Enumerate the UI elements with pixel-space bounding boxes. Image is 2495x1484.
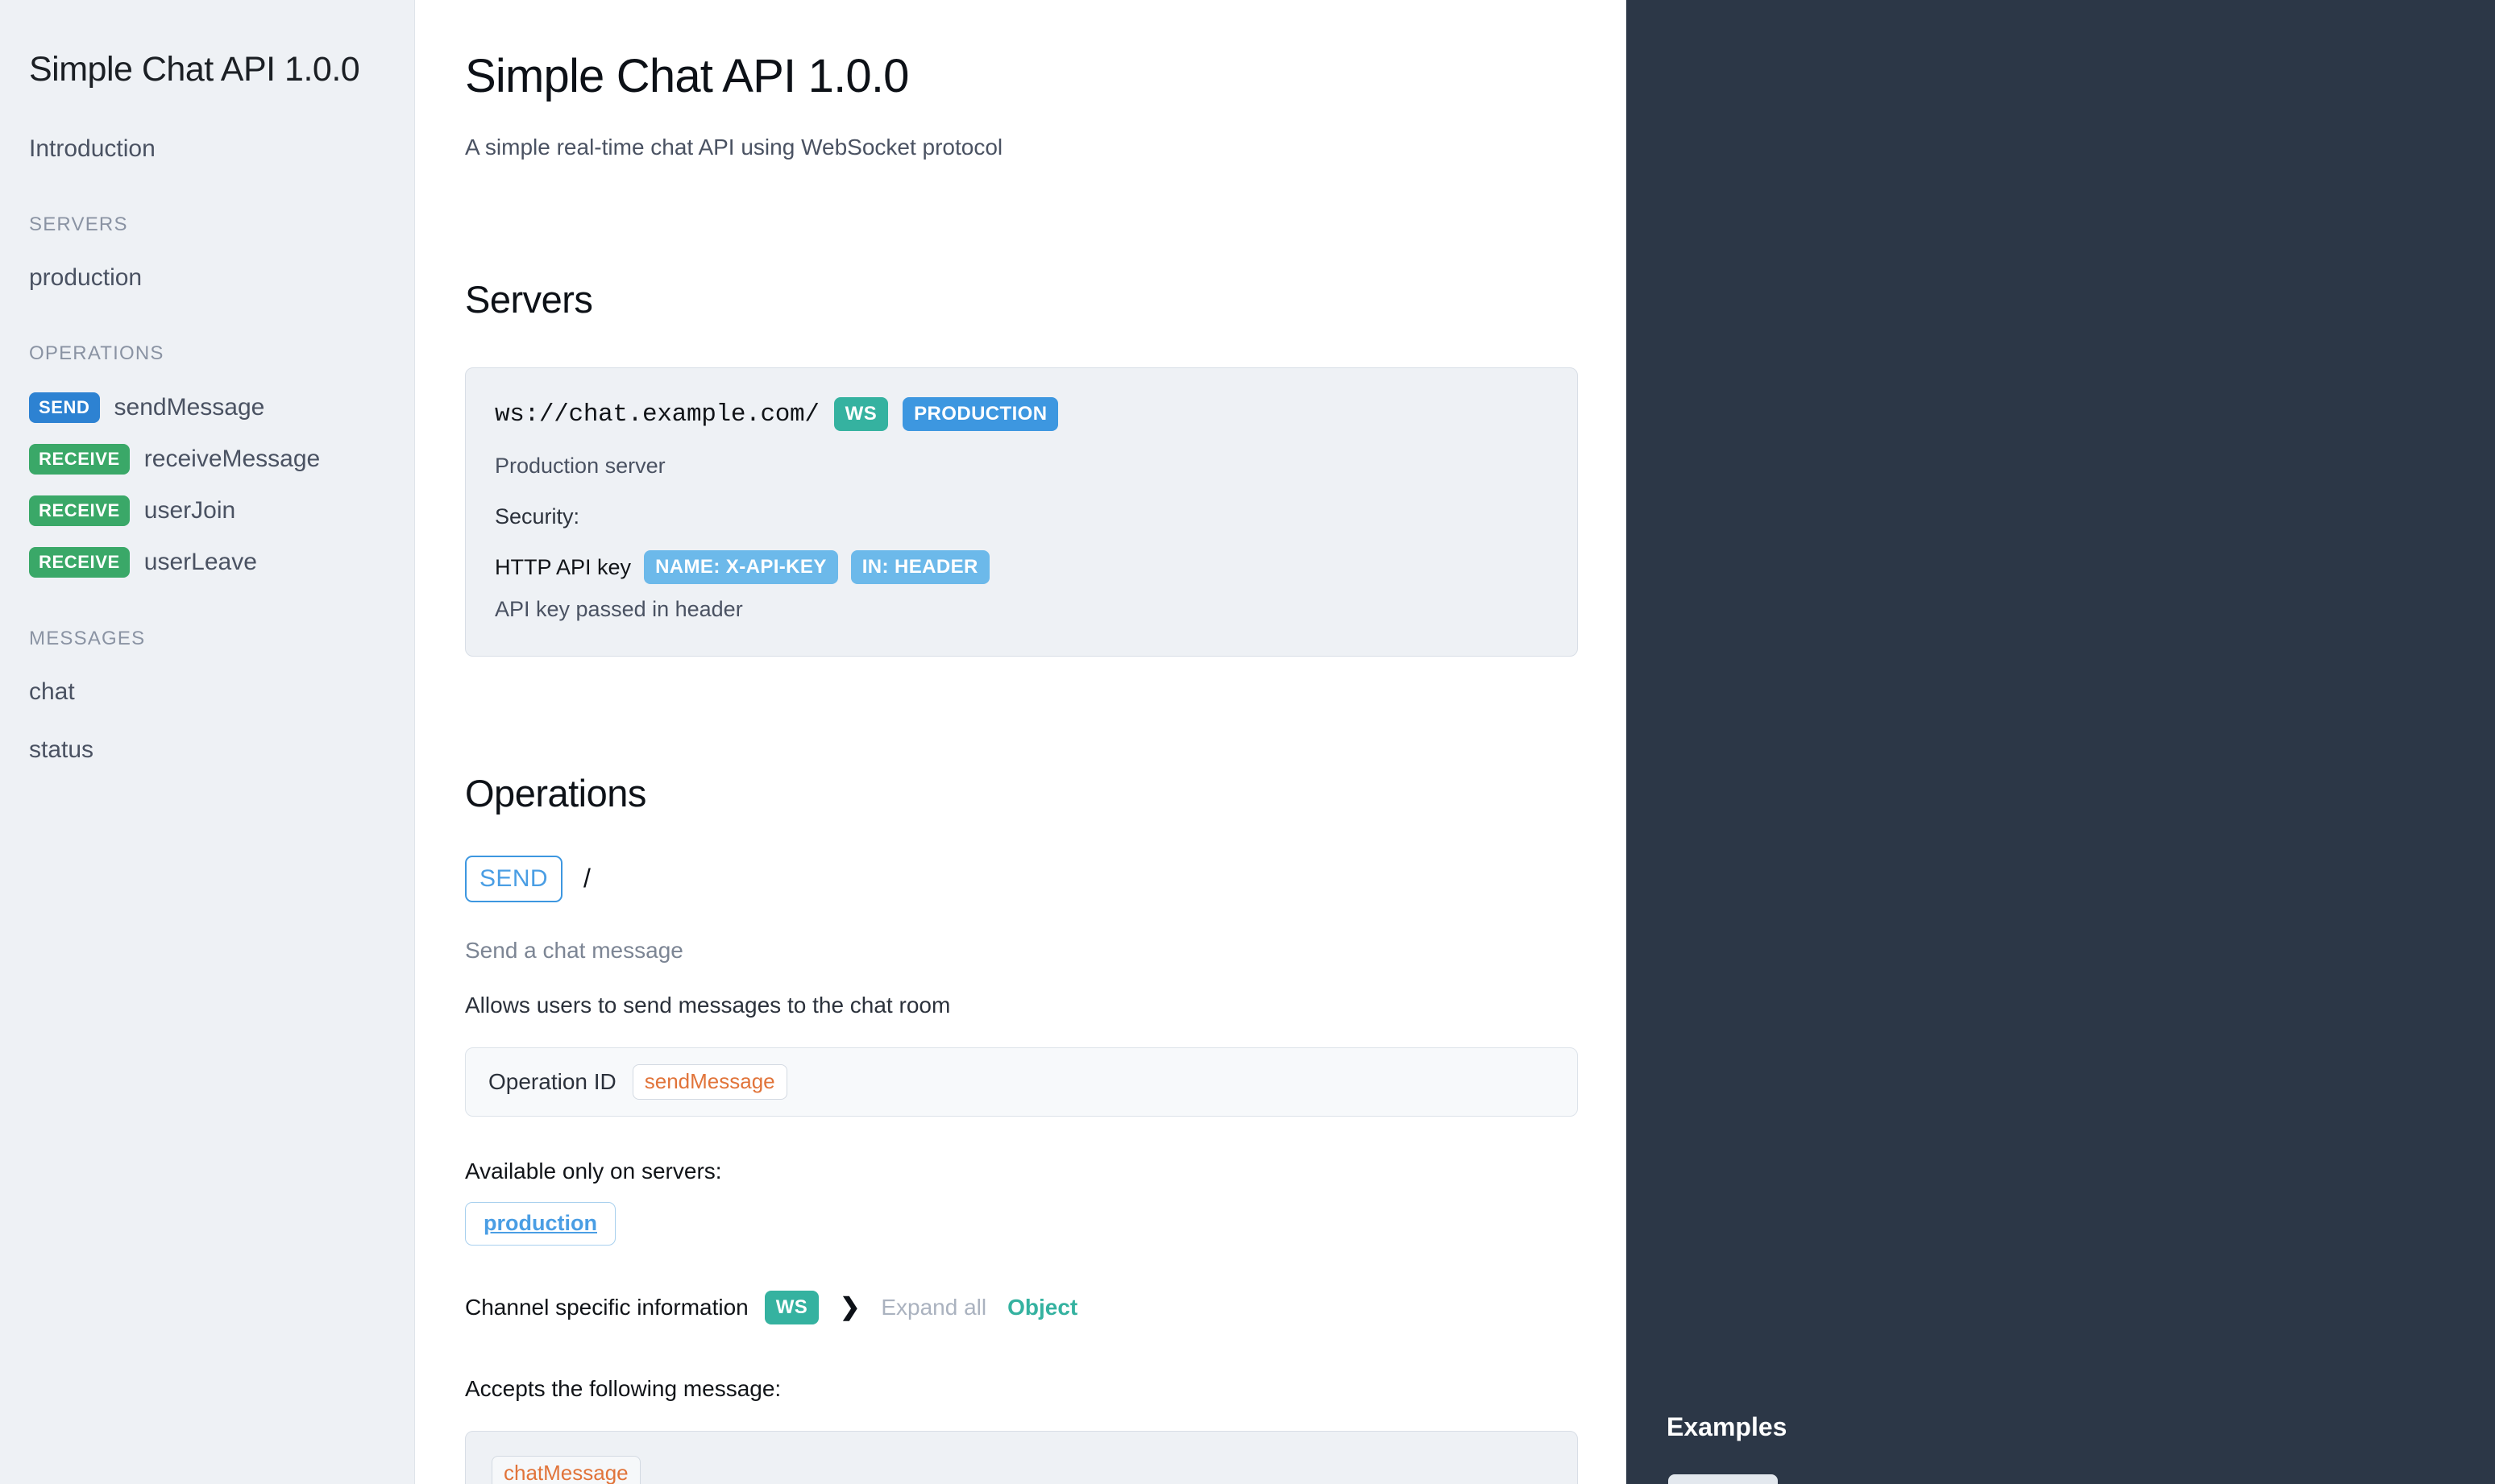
sidebar-item-message-chat[interactable]: chat: [29, 678, 385, 707]
operation-description: Allows users to send messages to the cha…: [465, 992, 951, 1018]
operation-path: /: [583, 864, 591, 893]
sidebar-item-label: userLeave: [143, 549, 257, 576]
sidebar-item-userjoin[interactable]: RECEIVE userJoin: [29, 495, 385, 527]
operation-header-row: SEND /: [465, 855, 1578, 902]
main-content-inner: Simple Chat API 1.0.0 A simple real-time…: [415, 50, 1626, 1484]
message-name-chip: chatMessage: [492, 1455, 641, 1484]
server-url: ws://chat.example.com/: [495, 400, 820, 429]
sidebar: Simple Chat API 1.0.0 Introduction SERVE…: [0, 0, 415, 1484]
page-title: Simple Chat API 1.0.0: [465, 50, 909, 102]
servers-heading: Servers: [465, 277, 593, 321]
sidebar-item-sendmessage[interactable]: SEND sendMessage: [29, 392, 385, 424]
available-server-link-production[interactable]: production: [465, 1201, 616, 1246]
send-badge-icon: SEND: [29, 392, 100, 424]
server-protocol-badge: WS: [833, 397, 889, 432]
sidebar-section-operations: OPERATIONS: [29, 342, 164, 365]
security-type: HTTP API key: [495, 554, 632, 579]
sidebar-item-userleave[interactable]: RECEIVE userLeave: [29, 547, 385, 578]
receive-badge-icon: RECEIVE: [29, 495, 130, 527]
page-subtitle: A simple real-time chat API using WebSoc…: [465, 134, 1003, 160]
accepted-message-card: chatMessage: [465, 1430, 1578, 1484]
available-server-link-label: production: [484, 1211, 597, 1236]
sidebar-item-introduction[interactable]: Introduction: [29, 135, 385, 164]
server-description: Production server: [495, 454, 666, 479]
operation-id-label: Operation ID: [488, 1068, 616, 1094]
channel-type-label: Object: [1007, 1294, 1078, 1320]
sidebar-item-label: receiveMessage: [143, 446, 321, 473]
examples-panel-title: Examples: [1667, 1412, 1787, 1441]
asyncapi-docs-page: Simple Chat API 1.0.0 Introduction SERVE…: [0, 0, 2495, 1484]
sidebar-item-label: userJoin: [143, 497, 236, 524]
sidebar-item-message-status[interactable]: status: [29, 736, 385, 765]
operations-heading: Operations: [465, 772, 646, 815]
main-content: Simple Chat API 1.0.0 A simple real-time…: [415, 0, 1626, 1484]
security-row: HTTP API key NAME: X-API-KEY IN: HEADER: [495, 550, 1548, 585]
channel-info-label: Channel specific information: [465, 1294, 749, 1320]
examples-panel: Examples: [1626, 0, 2495, 1484]
accepts-message-label: Accepts the following message:: [465, 1375, 782, 1401]
server-card: ws://chat.example.com/ WS PRODUCTION Pro…: [465, 367, 1578, 657]
available-servers-label: Available only on servers:: [465, 1158, 722, 1183]
operation-summary: Send a chat message: [465, 937, 683, 963]
receive-badge-icon: RECEIVE: [29, 547, 130, 578]
sidebar-item-label: sendMessage: [114, 394, 265, 421]
sidebar-item-server-production[interactable]: production: [29, 263, 385, 292]
chevron-right-icon[interactable]: ❯: [835, 1295, 865, 1320]
channel-protocol-badge: WS: [764, 1290, 820, 1324]
operation-id-box: Operation ID sendMessage: [465, 1047, 1578, 1117]
server-url-row: ws://chat.example.com/ WS PRODUCTION: [495, 397, 1548, 432]
operation-method-chip[interactable]: SEND: [465, 855, 563, 902]
receive-badge-icon: RECEIVE: [29, 444, 130, 475]
security-label: Security:: [495, 504, 580, 529]
security-in-badge: IN: HEADER: [850, 550, 990, 585]
sidebar-section-messages: MESSAGES: [29, 628, 146, 650]
operation-id-value: sendMessage: [632, 1063, 787, 1100]
server-name-badge: PRODUCTION: [903, 397, 1059, 432]
sidebar-title: Simple Chat API 1.0.0: [29, 50, 360, 89]
security-name-badge: NAME: X-API-KEY: [644, 550, 838, 585]
channel-info-row: Channel specific information WS ❯ Expand…: [465, 1290, 1578, 1324]
sidebar-item-receivemessage[interactable]: RECEIVE receiveMessage: [29, 444, 385, 475]
sidebar-section-servers: SERVERS: [29, 213, 128, 236]
expand-all-button[interactable]: Expand all: [881, 1295, 986, 1320]
security-note: API key passed in header: [495, 597, 743, 622]
examples-tab-button[interactable]: [1668, 1474, 1778, 1484]
